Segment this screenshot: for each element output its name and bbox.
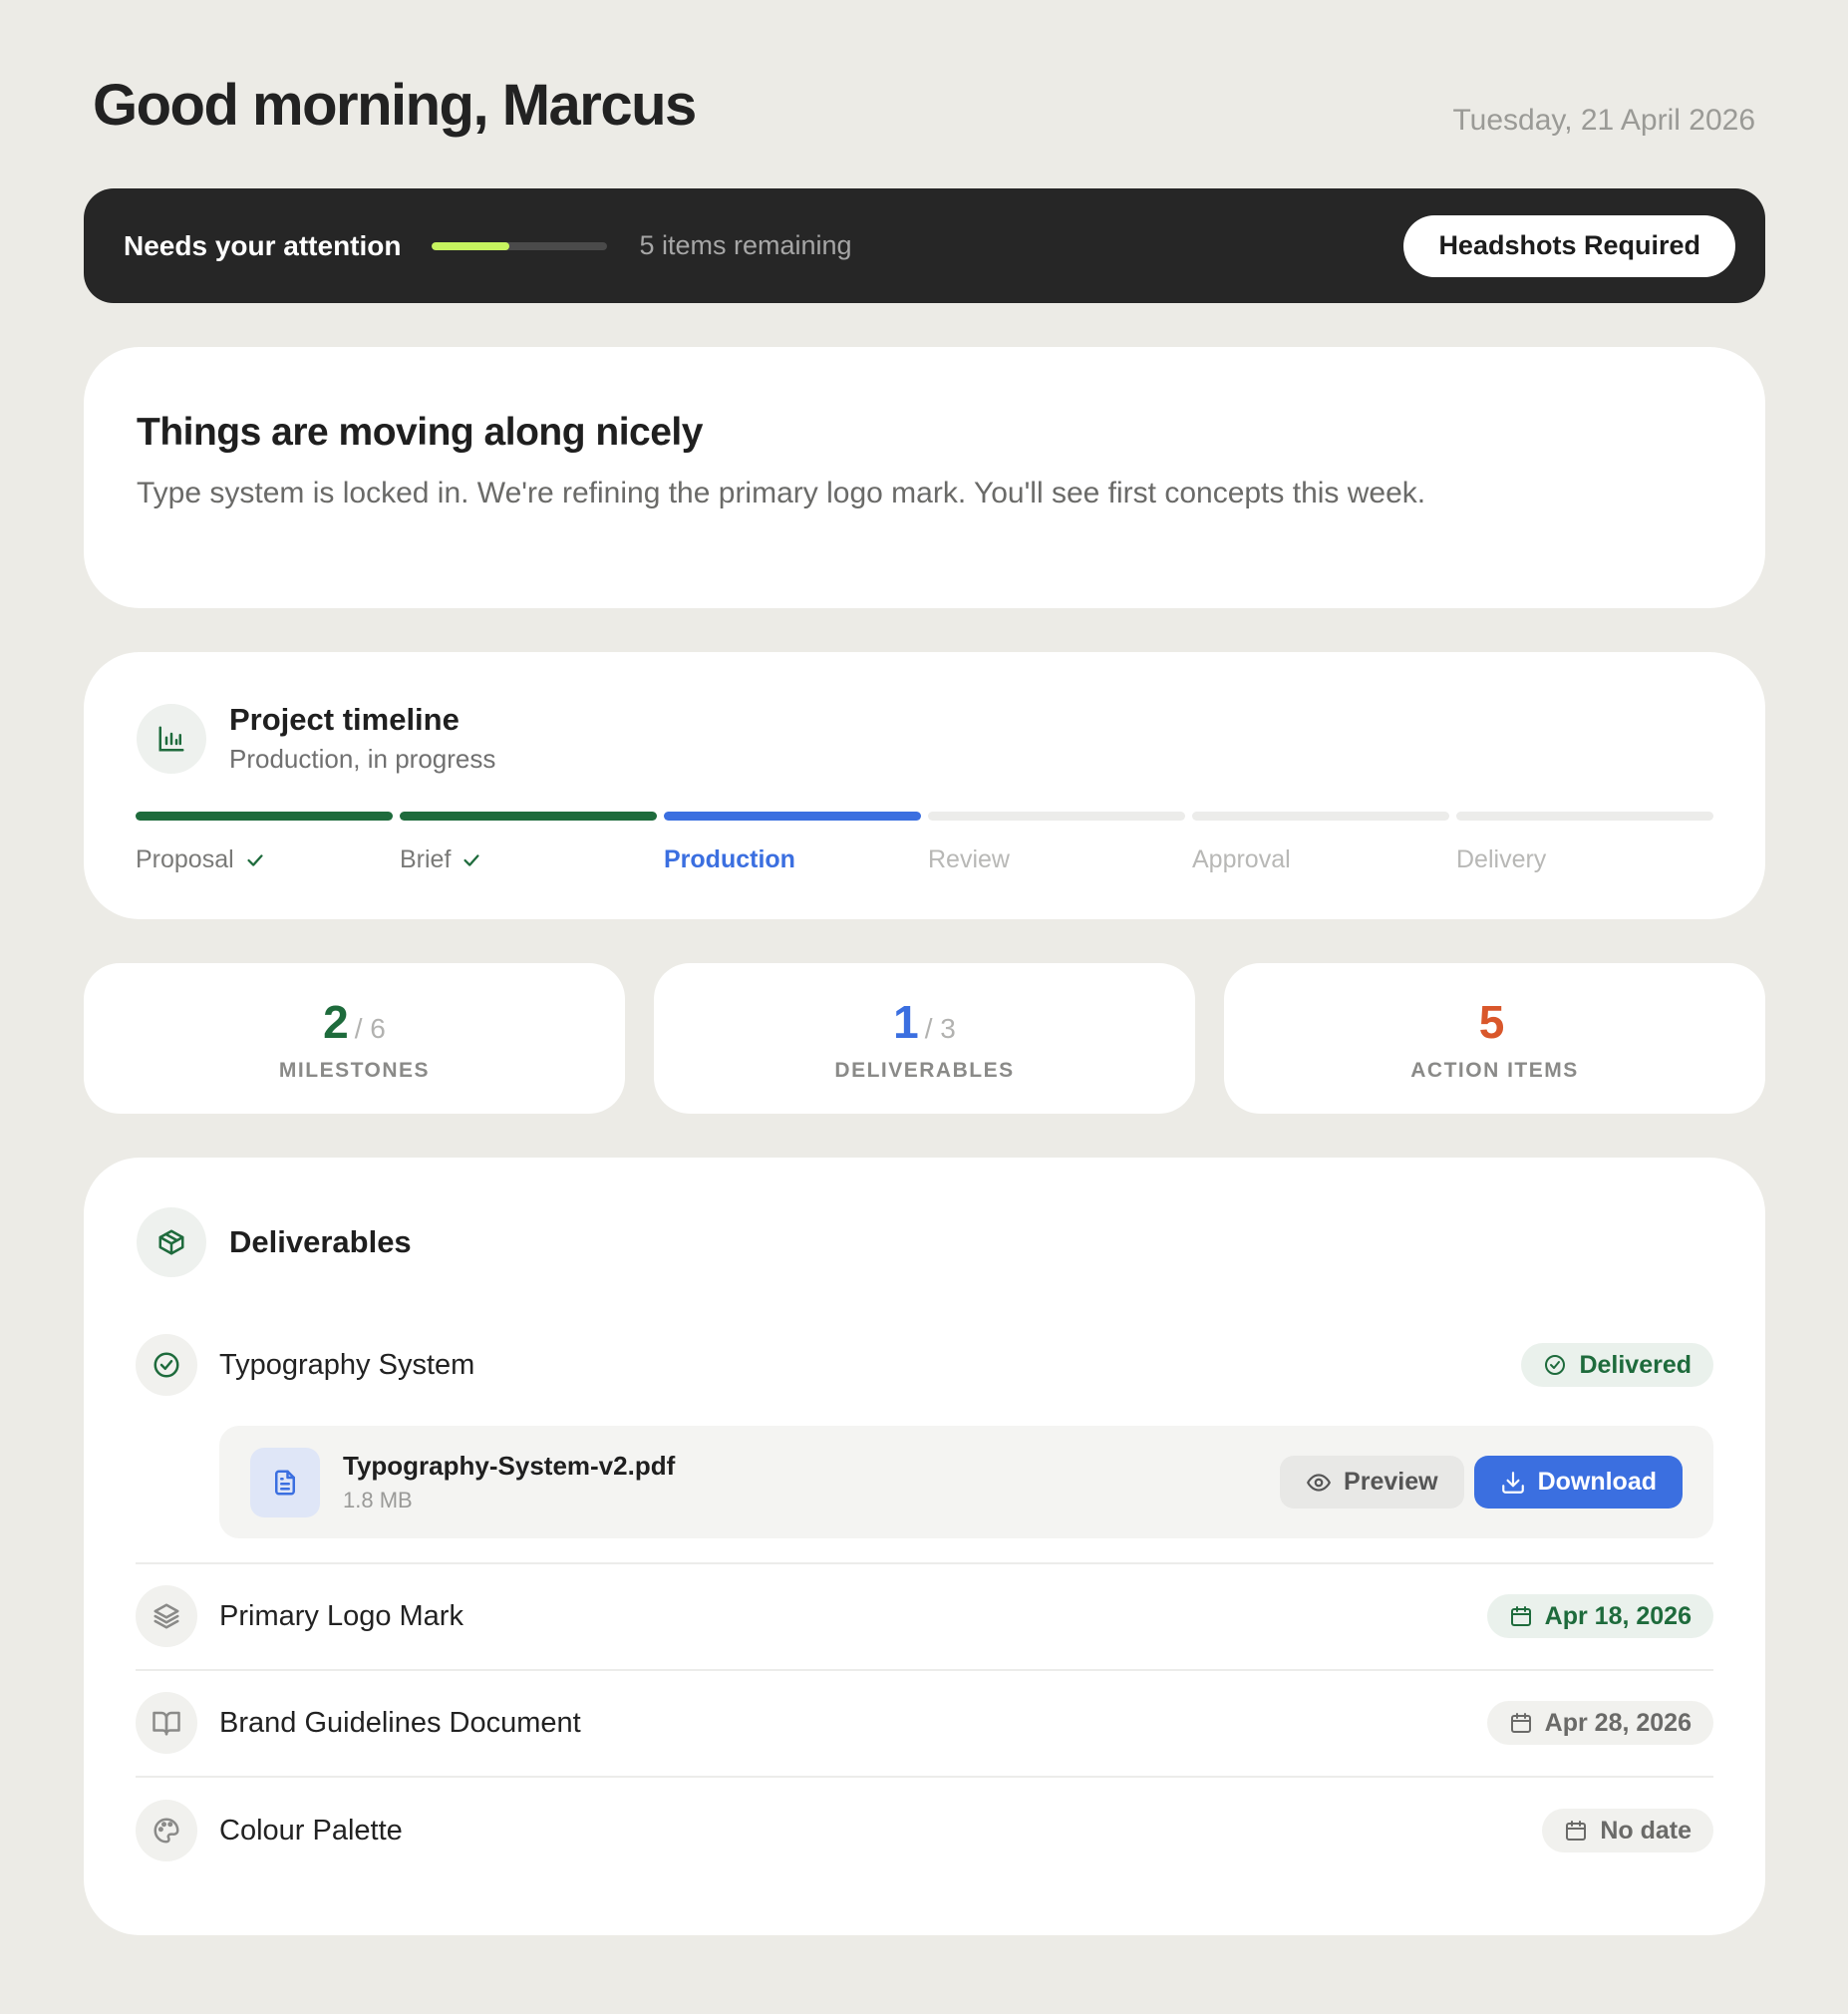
stat-total: / 3: [924, 1012, 956, 1044]
layers-icon: [136, 1585, 197, 1647]
current-date: Tuesday, 21 April 2026: [1452, 104, 1755, 137]
headshots-required-button[interactable]: Headshots Required: [1403, 214, 1735, 277]
file-attachment: Typography-System-v2.pdf 1.8 MB Preview …: [219, 1426, 1713, 1538]
bar-chart-icon: [137, 703, 206, 774]
calendar-icon: [1510, 1606, 1531, 1626]
calendar-icon: [1566, 1821, 1587, 1841]
deliverable-title: Primary Logo Mark: [219, 1599, 463, 1632]
deliverable-title: Brand Guidelines Document: [219, 1706, 581, 1739]
attention-progress-fill: [432, 241, 509, 250]
timeline-stage-production: Production: [664, 845, 795, 874]
attention-progress-bar: [432, 241, 608, 250]
timeline-segment-proposal: [136, 812, 393, 821]
attention-title: Needs your attention: [124, 229, 402, 261]
timeline-stage-label: Approval: [1192, 845, 1291, 873]
deliverable-title: Colour Palette: [219, 1814, 403, 1846]
timeline-stage-label: Proposal: [136, 845, 234, 873]
deliverable-row-logo[interactable]: Primary Logo Mark Apr 18, 2026: [136, 1585, 1713, 1647]
file-name: Typography-System-v2.pdf: [343, 1451, 676, 1481]
timeline-segment-delivery: [1456, 812, 1713, 821]
deliverable-row-palette[interactable]: Colour Palette No date: [136, 1800, 1713, 1861]
checkmark-icon: [463, 853, 479, 866]
check-circle-icon: [136, 1334, 197, 1396]
download-label: Download: [1537, 1468, 1657, 1496]
book-icon: [136, 1692, 197, 1754]
timeline-stage-labels: Proposal Brief Production Review Approval Del…: [136, 845, 1713, 879]
download-button[interactable]: Download: [1473, 1456, 1683, 1509]
stat-milestones: 2 / 6 MILESTONES: [84, 963, 625, 1114]
timeline-segment-brief: [400, 812, 657, 821]
stat-value: 5: [1478, 995, 1505, 1048]
timeline-segment-approval: [1192, 812, 1449, 821]
timeline-segment-review: [928, 812, 1185, 821]
status-text: Type system is locked in. We're refining…: [137, 477, 1426, 509]
status-title: Things are moving along nicely: [137, 411, 703, 454]
due-date-badge: No date: [1542, 1809, 1713, 1852]
deliverables-title: Deliverables: [229, 1224, 412, 1259]
eye-icon: [1307, 1473, 1331, 1492]
calendar-icon: [1510, 1713, 1531, 1733]
due-date-label: Apr 28, 2026: [1544, 1708, 1692, 1737]
timeline-segment-production: [664, 812, 921, 821]
timeline-stage-label: Delivery: [1456, 845, 1547, 873]
timeline-progress: [136, 812, 1713, 823]
preview-label: Preview: [1344, 1468, 1438, 1496]
stat-value: 1: [893, 995, 919, 1048]
dashboard-page: Good morning, Marcus Tuesday, 21 April 2…: [0, 0, 1848, 2014]
stat-deliverables: 1 / 3 DELIVERABLES: [654, 963, 1195, 1114]
status-badge: Delivered: [1521, 1343, 1713, 1387]
due-date-label: Apr 18, 2026: [1544, 1601, 1692, 1630]
divider: [136, 1669, 1713, 1671]
check-circle-icon: [1545, 1355, 1566, 1375]
download-icon: [1501, 1471, 1524, 1494]
due-date-badge: Apr 28, 2026: [1486, 1701, 1713, 1745]
timeline-stage-approval: Approval: [1192, 845, 1291, 874]
deliverable-row-guidelines[interactable]: Brand Guidelines Document Apr 28, 2026: [136, 1692, 1713, 1754]
timeline-stage-proposal: Proposal: [136, 845, 266, 874]
due-date-badge: Apr 18, 2026: [1486, 1594, 1713, 1638]
palette-icon: [136, 1800, 197, 1861]
status-badge-label: Delivered: [1579, 1350, 1692, 1379]
timeline-subtitle: Production, in progress: [229, 744, 496, 774]
attention-bar: Needs your attention 5 items remaining H…: [84, 188, 1765, 303]
timeline-stage-review: Review: [928, 845, 1010, 874]
greeting-title: Good morning, Marcus: [93, 73, 697, 138]
timeline-title: Project timeline: [229, 702, 460, 737]
timeline-stage-delivery: Delivery: [1456, 845, 1546, 874]
stat-total: / 6: [354, 1012, 386, 1044]
divider: [136, 1562, 1713, 1564]
file-size: 1.8 MB: [343, 1488, 413, 1512]
preview-button[interactable]: Preview: [1280, 1456, 1464, 1509]
file-text-icon: [250, 1447, 320, 1517]
status-card: Things are moving along nicely Type syst…: [84, 347, 1765, 608]
stat-action-items: 5 ACTION ITEMS: [1224, 963, 1765, 1114]
divider: [136, 1776, 1713, 1778]
stat-label: DELIVERABLES: [834, 1058, 1015, 1082]
timeline-stage-brief: Brief: [400, 845, 482, 874]
attention-remaining-count: 5 items remaining: [639, 230, 852, 260]
timeline-stage-label: Brief: [400, 845, 452, 873]
deliverable-title: Typography System: [219, 1348, 475, 1381]
timeline-stage-label: Review: [928, 845, 1010, 873]
checkmark-icon: [247, 853, 263, 866]
timeline-stage-label: Production: [664, 845, 795, 873]
due-date-label: No date: [1600, 1816, 1692, 1845]
package-icon: [137, 1207, 206, 1277]
stat-label: ACTION ITEMS: [1410, 1058, 1579, 1082]
deliverable-row-typography[interactable]: Typography System Delivered: [136, 1334, 1713, 1396]
stat-value: 2: [323, 995, 349, 1048]
stat-label: MILESTONES: [278, 1058, 431, 1082]
